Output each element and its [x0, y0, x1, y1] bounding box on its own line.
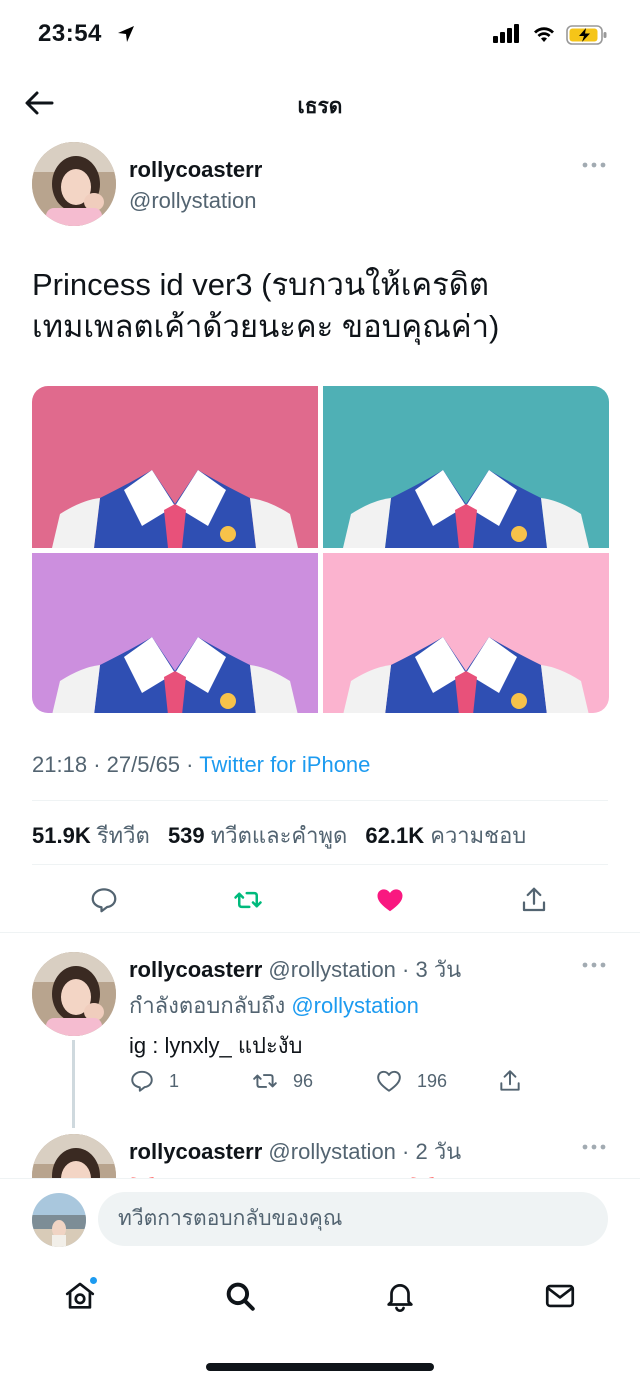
author-handle[interactable]: @rollystation — [129, 188, 257, 214]
tab-home[interactable] — [60, 1276, 100, 1316]
reply-button[interactable]: 1 — [129, 1068, 179, 1094]
reply-author-handle[interactable]: @rollystation — [268, 957, 396, 982]
retweets-count: 51.9K — [32, 823, 91, 848]
search-icon — [226, 1282, 255, 1311]
replying-to-label: กำลังตอบกลับถึง — [129, 993, 286, 1018]
heart-icon — [377, 889, 403, 912]
tweet-author: rollycoasterr @rollystation — [32, 142, 610, 232]
media-image-2[interactable] — [323, 386, 609, 548]
reply-header: rollycoasterr @rollystation · 3 วัน — [129, 952, 461, 987]
page-title: เธรด — [297, 95, 343, 118]
retweets-label: รีทวีต — [96, 823, 150, 848]
reply-action-bar: 1 96 196 — [129, 1068, 549, 1098]
reply-header: rollycoasterr @rollystation · 2 วัน — [129, 1134, 461, 1169]
heart-outline-icon — [377, 1070, 401, 1092]
author-name[interactable]: rollycoasterr — [129, 157, 262, 183]
share-icon — [522, 887, 546, 912]
battery-charging-icon — [566, 25, 607, 45]
thread-connector-line — [72, 1040, 75, 1128]
status-time: 23:54 — [38, 20, 102, 47]
reply-text: 🎀รวมชุด+ครอบแบบ png ค่า🎀 — [129, 1170, 436, 1178]
tweet-text-line: Princess id ver3 (รบกวนให้เครดิต — [32, 267, 489, 302]
user-avatar[interactable] — [32, 1193, 86, 1247]
bell-icon — [387, 1284, 413, 1313]
reply-input[interactable] — [98, 1192, 608, 1246]
more-options-icon[interactable] — [582, 160, 606, 170]
retweets-stat[interactable]: 51.9K รีทวีต — [32, 823, 150, 848]
avatar[interactable] — [32, 142, 116, 226]
divider — [32, 864, 608, 865]
wifi-icon — [534, 27, 554, 42]
like-button[interactable] — [374, 884, 406, 916]
mention-link[interactable]: @rollystation — [291, 993, 419, 1018]
home-indicator — [206, 1363, 434, 1371]
more-options-icon[interactable] — [582, 960, 606, 970]
tweet-stats: 51.9K รีทวีต 539 ทวีตและคำพูด 62.1K ความ… — [32, 818, 538, 853]
meta-separator: · — [93, 752, 101, 777]
media-image-3[interactable] — [32, 553, 318, 713]
tweet-meta: 21:18 · 27/5/65 · Twitter for iPhone — [32, 752, 370, 778]
cellular-signal-icon — [493, 24, 519, 43]
replying-to: กำลังตอบกลับถึง @rollystation — [129, 988, 419, 1023]
tab-messages[interactable] — [540, 1276, 580, 1316]
media-image-1[interactable] — [32, 386, 318, 548]
likes-label: ความชอบ — [430, 823, 527, 848]
meta-separator: · — [186, 752, 194, 777]
share-button[interactable] — [518, 884, 550, 916]
likes-stat[interactable]: 62.1K ความชอบ — [365, 823, 526, 848]
notification-dot — [89, 1276, 98, 1285]
status-bar: 23:54 — [0, 0, 640, 70]
location-arrow-icon — [118, 26, 134, 42]
reply-icon — [91, 888, 117, 913]
retweet-icon — [234, 891, 262, 909]
reply-button[interactable] — [88, 884, 120, 916]
reply-tweet[interactable]: rollycoasterr @rollystation · 2 วัน 🎀รวม… — [32, 1134, 608, 1178]
retweet-button[interactable] — [232, 884, 264, 916]
reply-author-handle[interactable]: @rollystation — [268, 1139, 396, 1164]
reply-author-name[interactable]: rollycoasterr — [129, 957, 262, 982]
more-options-icon[interactable] — [582, 1142, 606, 1152]
reply-icon — [131, 1070, 153, 1092]
reply-count: 1 — [169, 1070, 180, 1091]
divider — [0, 932, 640, 933]
quotes-label: ทวีตและคำพูด — [210, 823, 348, 848]
like-count: 196 — [417, 1070, 448, 1091]
reply-tweet[interactable]: rollycoasterr @rollystation · 3 วัน กำลั… — [32, 952, 608, 1102]
reply-age: · 2 วัน — [402, 1139, 462, 1164]
reply-text: ig : lynxly_ แปะงับ — [129, 1033, 303, 1058]
tab-notifications[interactable] — [380, 1276, 420, 1316]
quotes-stat[interactable]: 539 ทวีตและคำพูด — [168, 823, 347, 848]
like-button[interactable]: 196 — [375, 1068, 447, 1094]
reply-author-name[interactable]: rollycoasterr — [129, 1139, 262, 1164]
tweet-action-bar — [32, 878, 608, 924]
reply-age: · 3 วัน — [402, 957, 462, 982]
share-button[interactable] — [497, 1068, 537, 1094]
nav-header: เธรด — [0, 78, 640, 130]
avatar[interactable] — [32, 1134, 116, 1178]
quotes-count: 539 — [167, 823, 205, 848]
likes-count: 62.1K — [365, 823, 425, 848]
avatar[interactable] — [32, 952, 116, 1036]
share-icon — [500, 1070, 520, 1091]
tweet-date: 27/5/65 — [106, 752, 181, 777]
retweet-count: 96 — [293, 1070, 314, 1091]
retweet-button[interactable]: 96 — [251, 1068, 313, 1094]
media-grid — [32, 386, 609, 713]
tweet-time: 21:18 — [32, 752, 88, 777]
divider — [32, 800, 608, 801]
mail-icon — [545, 1284, 575, 1308]
tab-search[interactable] — [220, 1276, 260, 1316]
reply-compose-bar — [0, 1178, 640, 1256]
retweet-icon — [253, 1074, 277, 1088]
media-image-4[interactable] — [323, 553, 609, 713]
tweet-text: Princess id ver3 (รบกวนให้เครดิต เทมเพลต… — [32, 264, 612, 348]
tweet-text-line: เทมเพลตเค้าด้วยนะคะ ขอบคุณค่า) — [32, 309, 500, 344]
tweet-source-link[interactable]: Twitter for iPhone — [199, 752, 370, 777]
